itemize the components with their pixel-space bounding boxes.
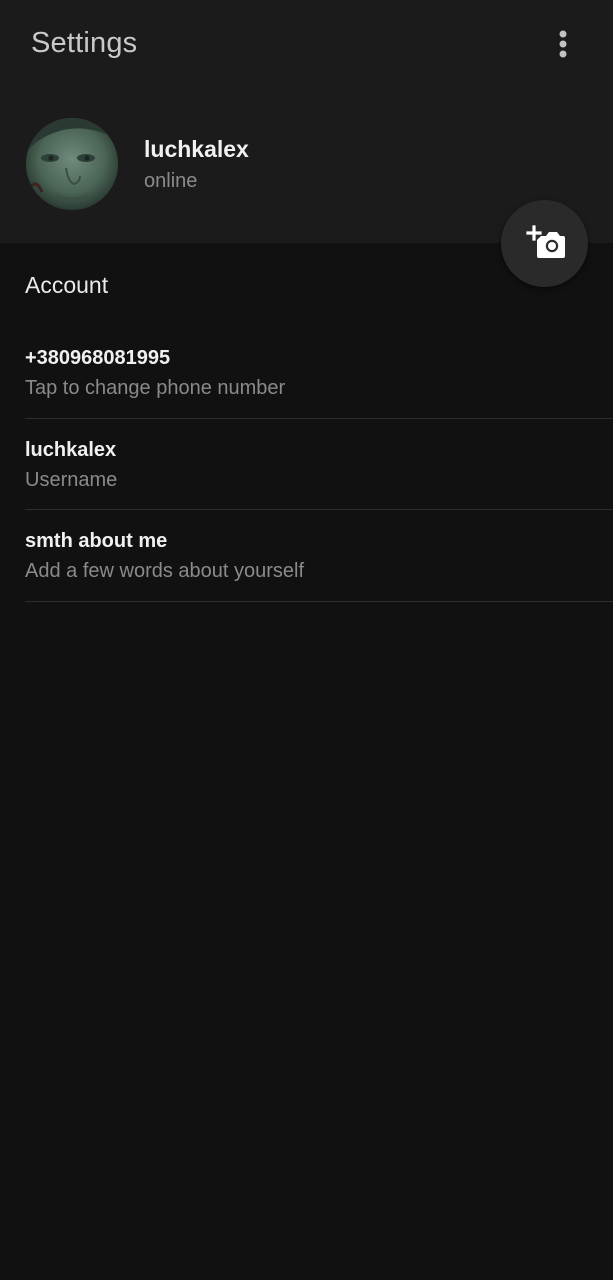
phone-number-hint: Tap to change phone number bbox=[25, 377, 286, 399]
bio-value: smth about me bbox=[25, 530, 168, 552]
divider bbox=[25, 418, 613, 419]
username-value: luchkalex bbox=[25, 439, 117, 461]
bio-hint: Add a few words about yourself bbox=[25, 560, 305, 582]
account-section-title: Account bbox=[25, 272, 109, 298]
username-label: Username bbox=[25, 469, 118, 491]
more-options-button[interactable] bbox=[544, 22, 582, 66]
divider bbox=[25, 509, 613, 510]
set-profile-photo-button[interactable] bbox=[501, 200, 588, 287]
username-row[interactable]: luchkalex Username bbox=[25, 438, 613, 492]
phone-number-row[interactable]: +380968081995 Tap to change phone number bbox=[25, 346, 613, 400]
profile-status: online bbox=[144, 170, 198, 192]
divider bbox=[25, 601, 613, 602]
add-photo-camera-icon bbox=[526, 225, 565, 258]
bio-row[interactable]: smth about me Add a few words about your… bbox=[25, 529, 613, 583]
phone-number-value: +380968081995 bbox=[25, 347, 171, 369]
settings-screen: Settings luchkalex online Account +38096… bbox=[0, 0, 613, 1280]
avatar[interactable] bbox=[26, 118, 118, 210]
avatar-photo bbox=[26, 118, 118, 210]
profile-name: luchkalex bbox=[144, 136, 249, 162]
page-title: Settings bbox=[31, 27, 138, 59]
more-vertical-icon bbox=[559, 30, 567, 58]
